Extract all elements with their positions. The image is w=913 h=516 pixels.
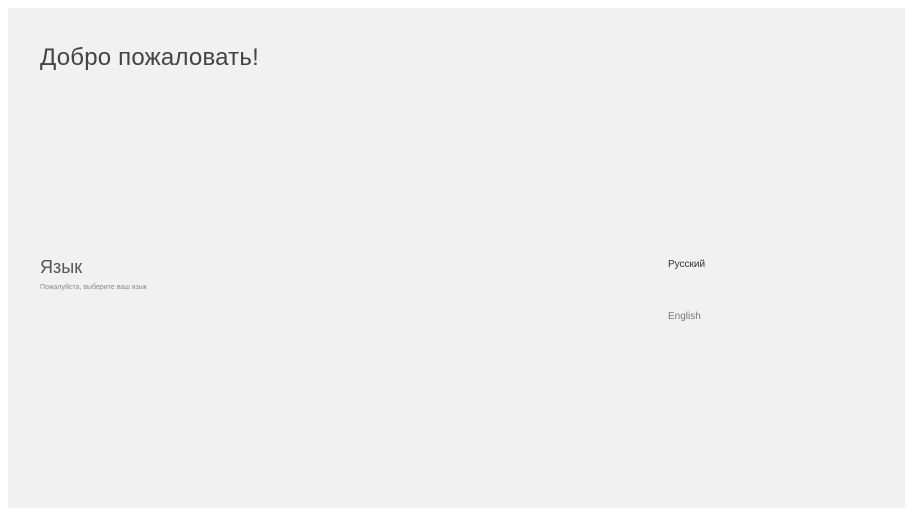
language-option-russian[interactable]: Русский bbox=[668, 254, 868, 306]
welcome-title: Добро пожаловать! bbox=[40, 44, 259, 71]
language-option-english[interactable]: English bbox=[668, 306, 868, 358]
language-section: Язык Пожалуйста, выберите ваш язык bbox=[40, 256, 147, 291]
language-section-subtitle: Пожалуйста, выберите ваш язык bbox=[40, 284, 147, 291]
language-section-title: Язык bbox=[40, 257, 83, 277]
welcome-screen: Добро пожаловать! Язык Пожалуйста, выбер… bbox=[8, 8, 905, 508]
language-list: Русский English bbox=[668, 254, 868, 358]
